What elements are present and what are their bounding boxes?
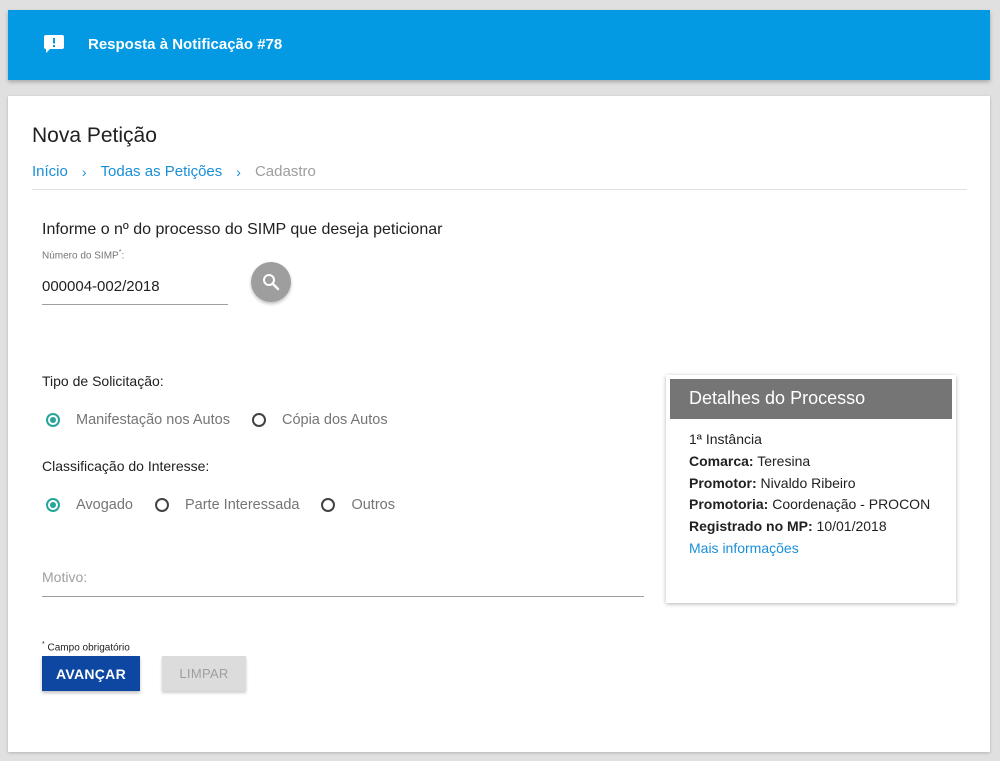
- comarca-label: Comarca:: [689, 452, 754, 469]
- more-info-link[interactable]: Mais informações: [689, 540, 799, 556]
- radio-label: Manifestação nos Autos: [76, 412, 230, 428]
- advance-button[interactable]: AVANÇAR: [42, 656, 140, 691]
- breadcrumb: Início › Todas as Petições › Cadastro: [32, 163, 316, 180]
- promotor-row: Promotor: Nivaldo Ribeiro: [689, 473, 939, 495]
- radio-label: Parte Interessada: [184, 497, 300, 513]
- process-details-card: Detalhes do Processo 1ª Instância Comarc…: [666, 375, 956, 603]
- required-note: * Campo obrigatório: [42, 641, 130, 653]
- radio-manifestacao[interactable]: Manifestação nos Autos: [46, 412, 230, 428]
- promotor-label: Promotor:: [689, 474, 757, 491]
- registrado-row: Registrado no MP: 10/01/2018: [689, 516, 939, 538]
- search-button[interactable]: [251, 262, 291, 302]
- promotoria-label: Promotoria:: [689, 496, 769, 513]
- simp-instruction: Informe o nº do processo do SIMP que des…: [42, 221, 443, 238]
- top-notification-bar: Resposta à Notificação #78: [8, 10, 990, 80]
- clear-button[interactable]: LIMPAR: [162, 656, 246, 691]
- radio-checked-icon[interactable]: [46, 498, 60, 512]
- radio-outros[interactable]: Outros: [321, 497, 395, 513]
- search-icon: [263, 274, 280, 291]
- tipo-solicitacao-label: Tipo de Solicitação:: [42, 373, 164, 389]
- radio-unchecked-icon[interactable]: [154, 498, 169, 512]
- breadcrumb-inicio[interactable]: Início: [32, 163, 68, 180]
- promotoria-value: Coordenação - PROCON: [768, 496, 931, 513]
- comarca-value: Teresina: [753, 452, 811, 469]
- promotoria-row: Promotoria: Coordenação - PROCON: [689, 494, 939, 516]
- promotor-value: Nivaldo Ribeiro: [756, 474, 856, 491]
- main-card: Nova Petição Início › Todas as Petições …: [8, 96, 990, 752]
- comarca-row: Comarca: Teresina: [689, 451, 939, 473]
- radio-checked-icon[interactable]: [46, 413, 60, 427]
- classificacao-interesse-group: Avogado Parte Interessada Outros: [46, 497, 417, 513]
- simp-number-input[interactable]: [42, 268, 228, 305]
- process-details-body: 1ª Instância Comarca: Teresina Promotor:…: [689, 429, 939, 560]
- radio-parte-interessada[interactable]: Parte Interessada: [154, 497, 300, 513]
- simp-label: Número do SIMP*:: [42, 249, 124, 261]
- registrado-value: 10/01/2018: [812, 518, 887, 535]
- process-details-title: Detalhes do Processo: [670, 379, 952, 419]
- breadcrumb-cadastro: Cadastro: [254, 163, 316, 180]
- classificacao-interesse-label: Classificação do Interesse:: [42, 458, 210, 474]
- radio-unchecked-icon[interactable]: [321, 498, 336, 512]
- radio-label: Avogado: [76, 497, 133, 513]
- divider: [32, 189, 967, 190]
- feedback-icon: [44, 35, 64, 53]
- breadcrumb-todas-peticoes[interactable]: Todas as Petições: [101, 163, 223, 180]
- simp-label-text: Número do SIMP: [42, 250, 119, 262]
- tipo-solicitacao-group: Manifestação nos Autos Cópia dos Autos: [46, 412, 410, 428]
- instance-text: 1ª Instância: [689, 431, 762, 447]
- radio-copia[interactable]: Cópia dos Autos: [251, 412, 388, 428]
- radio-label: Cópia dos Autos: [281, 412, 388, 428]
- motivo-input[interactable]: [42, 558, 644, 597]
- registrado-label: Registrado no MP:: [689, 518, 813, 535]
- chevron-right-icon: ›: [81, 163, 87, 180]
- radio-unchecked-icon[interactable]: [251, 413, 266, 427]
- required-note-text: Campo obrigatório: [44, 642, 130, 654]
- chevron-right-icon: ›: [236, 163, 241, 180]
- page-title: Nova Petição: [32, 124, 157, 147]
- radio-label: Outros: [351, 497, 395, 513]
- notification-title: Resposta à Notificação #78: [88, 36, 283, 53]
- simp-label-suffix: :: [121, 250, 125, 262]
- radio-avogado[interactable]: Avogado: [46, 497, 133, 513]
